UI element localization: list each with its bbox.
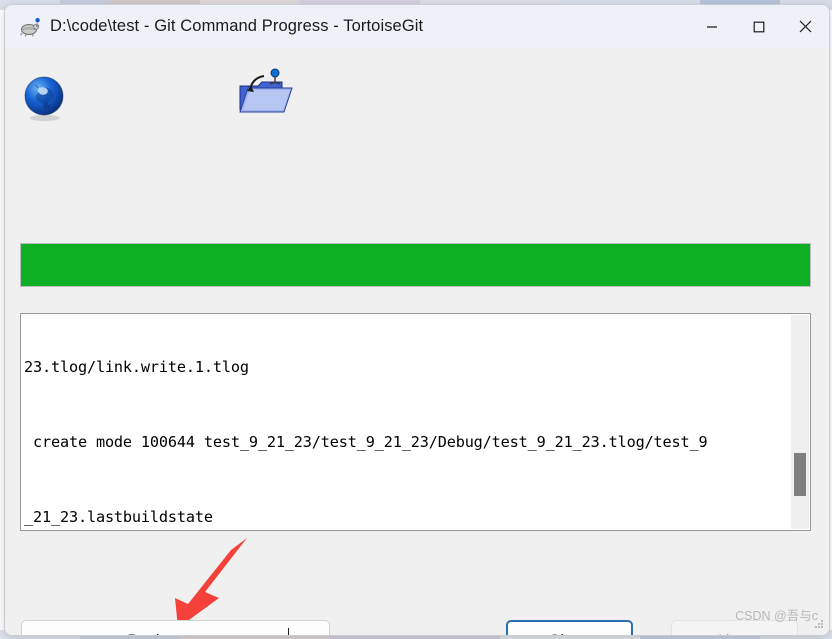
resize-grip-icon[interactable] bbox=[813, 617, 825, 629]
push-label-after: ... bbox=[165, 632, 179, 635]
log-line: 23.tlog/link.write.1.tlog bbox=[24, 358, 249, 376]
minimize-icon bbox=[706, 25, 717, 28]
push-label-accelerator: h bbox=[156, 632, 165, 635]
minimize-button[interactable] bbox=[688, 5, 735, 48]
client-area: 23.tlog/link.write.1.tlog create mode 10… bbox=[5, 48, 829, 635]
tortoisegit-turtle-icon bbox=[19, 16, 41, 38]
abort-button-label: Abort bbox=[715, 632, 754, 635]
title-bar[interactable]: D:\code\test - Git Command Progress - To… bbox=[5, 5, 829, 49]
caption-button-group bbox=[688, 5, 829, 48]
close-icon bbox=[799, 20, 812, 33]
close-dialog-button-label: Close bbox=[548, 632, 590, 635]
log-line: _21_23.lastbuildstate bbox=[24, 508, 213, 526]
log-output-text: 23.tlog/link.write.1.tlog create mode 10… bbox=[24, 314, 783, 530]
log-scrollbar[interactable] bbox=[790, 315, 809, 529]
maximize-icon bbox=[753, 21, 764, 32]
log-output-pane[interactable]: 23.tlog/link.write.1.tlog create mode 10… bbox=[20, 313, 811, 531]
close-dialog-button[interactable]: Close bbox=[506, 620, 633, 635]
push-button[interactable]: Push... bbox=[21, 620, 330, 635]
screenshot-root: D:\code\test - Git Command Progress - To… bbox=[0, 0, 832, 639]
push-button-separator bbox=[288, 628, 289, 635]
folder-transfer-icon bbox=[234, 64, 298, 128]
tortoisegit-progress-window: D:\code\test - Git Command Progress - To… bbox=[4, 4, 830, 636]
maximize-button[interactable] bbox=[735, 5, 782, 48]
progress-bar-fill bbox=[21, 244, 810, 286]
window-title: D:\code\test - Git Command Progress - To… bbox=[50, 17, 424, 35]
log-scrollbar-thumb[interactable] bbox=[794, 453, 806, 496]
log-line: create mode 100644 test_9_21_23/test_9_2… bbox=[24, 433, 708, 451]
push-label-before: Pus bbox=[127, 632, 155, 635]
push-button-label: Push... bbox=[22, 632, 288, 635]
watermark: CSDN @吾与c bbox=[735, 609, 818, 623]
progress-bar bbox=[20, 243, 811, 287]
globe-icon bbox=[21, 74, 69, 122]
operation-icon-area bbox=[5, 48, 829, 198]
close-button[interactable] bbox=[782, 5, 829, 48]
